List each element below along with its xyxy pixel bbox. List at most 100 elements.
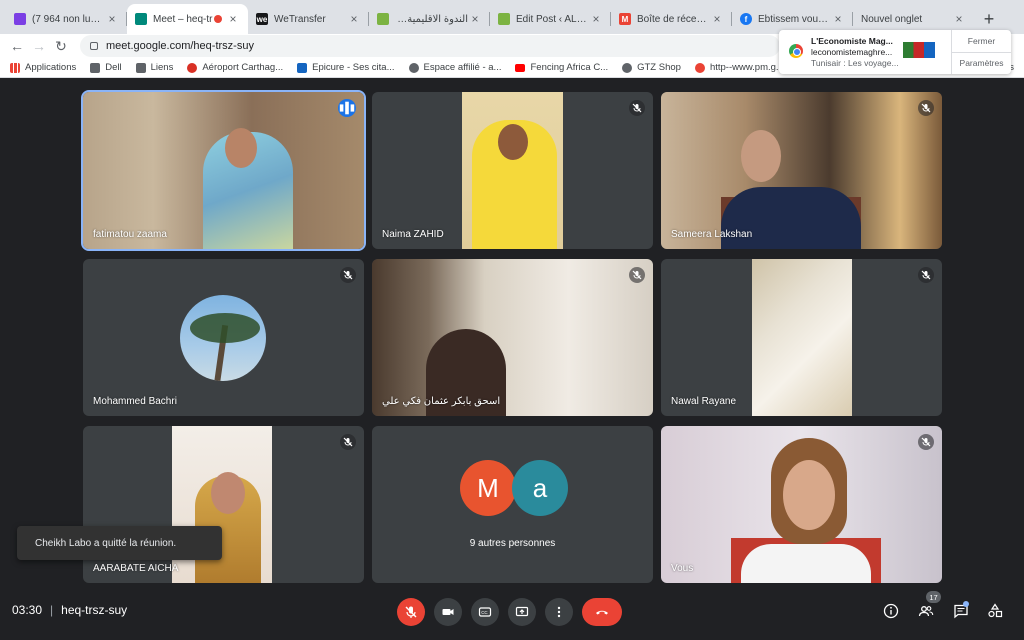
gmail-icon: M <box>619 13 631 25</box>
camera-icon <box>442 609 454 615</box>
divider: | <box>50 603 54 617</box>
participant-tile[interactable]: Naima ZAHID <box>372 92 653 249</box>
notification-text: L'Economiste Mag... leconomistemaghre...… <box>811 36 899 68</box>
tab-title: Ebtissem vous a e <box>758 13 831 25</box>
close-tab-icon[interactable]: × <box>226 12 240 26</box>
back-icon[interactable]: ← <box>6 35 28 57</box>
bookmark-applications[interactable]: Applications <box>10 62 76 73</box>
camera-toggle-button[interactable] <box>434 598 462 626</box>
participant-name: fatimatou zaama <box>93 229 167 240</box>
bookmark-dell[interactable]: Dell <box>90 62 122 73</box>
leaf-icon <box>377 13 389 25</box>
mic-off-icon <box>918 267 934 283</box>
mic-off-icon <box>629 267 645 283</box>
folder-icon <box>90 62 101 73</box>
chrome-notification[interactable]: L'Economiste Mag... leconomistemaghre...… <box>779 30 1011 74</box>
participants-button[interactable] <box>915 600 937 622</box>
close-tab-icon[interactable]: × <box>831 12 845 26</box>
meet-icon <box>135 13 147 25</box>
captions-button[interactable]: CC <box>471 598 499 626</box>
others-tile[interactable]: M a 9 autres personnes <box>372 426 653 583</box>
chrome-icon <box>789 44 803 58</box>
apps-grid-icon <box>10 62 20 73</box>
info-icon <box>883 603 899 619</box>
others-count-label: 9 autres personnes <box>469 538 556 549</box>
bookmark-fencing-africa[interactable]: Fencing Africa C... <box>515 62 608 73</box>
bookmark-gtz-shop[interactable]: GTZ Shop <box>622 62 681 73</box>
others-avatars: M a <box>460 460 570 516</box>
tab-title: Meet – heq-tr <box>153 13 213 25</box>
participant-name: Vous <box>671 563 694 574</box>
unread-dot <box>963 601 969 607</box>
close-tab-icon[interactable]: × <box>105 12 119 26</box>
present-screen-button[interactable] <box>508 598 536 626</box>
microphone-toggle-button[interactable] <box>397 598 425 626</box>
tab-wetransfer[interactable]: we WeTransfer × <box>248 4 369 34</box>
participant-tile[interactable]: Nawal Rayane <box>661 259 942 416</box>
mic-off-icon <box>340 267 356 283</box>
tab-strip: (7 964 non lus) - s × Meet – heq-tr × we… <box>0 0 1024 34</box>
tab-meet[interactable]: Meet – heq-tr × <box>127 4 248 34</box>
mic-off-icon <box>340 434 356 450</box>
meeting-details-button[interactable] <box>880 600 902 622</box>
bookmark-liens[interactable]: Liens <box>135 62 173 73</box>
reload-icon[interactable]: ↻ <box>50 35 72 57</box>
notification-close-button[interactable]: Fermer <box>952 30 1011 53</box>
bookmark-pm[interactable]: http--www.pm.g... <box>694 62 784 73</box>
forward-icon[interactable]: → <box>28 35 50 57</box>
meeting-time: 03:30 <box>12 603 43 617</box>
x-circle-icon <box>187 62 198 73</box>
participant-count-badge: 17 <box>926 591 941 603</box>
bookmark-epicure[interactable]: Epicure - Ses cita... <box>297 62 395 73</box>
participant-name: Mohammed Bachri <box>93 396 177 407</box>
address-bar[interactable]: meet.google.com/heq-trsz-suy <box>80 35 780 57</box>
self-tile[interactable]: Vous <box>661 426 942 583</box>
participant-video <box>372 259 653 416</box>
close-tab-icon[interactable]: × <box>710 12 724 26</box>
record-icon <box>694 62 705 73</box>
bookmark-espace-affilie[interactable]: Espace affilié - a... <box>408 62 501 73</box>
tab-title: (7 964 non lus) - s <box>32 13 105 25</box>
mail-icon <box>14 13 26 25</box>
mic-off-icon <box>629 100 645 116</box>
tab-symposium[interactable]: الندوة الاقليمية الثانية حول × <box>369 4 490 34</box>
youtube-icon <box>515 63 526 72</box>
close-tab-icon[interactable]: × <box>468 12 482 26</box>
participant-tile[interactable]: fatimatou zaama <box>81 90 366 251</box>
folder-icon <box>135 62 146 73</box>
captions-icon: CC <box>478 607 492 617</box>
activities-button[interactable] <box>984 600 1006 622</box>
globe-icon <box>408 62 419 73</box>
notification-settings-button[interactable]: Paramètres <box>952 53 1011 75</box>
tab-edit-post[interactable]: Edit Post ‹ ALBIA × <box>490 4 611 34</box>
facebook-icon: f <box>740 13 752 25</box>
leave-call-button[interactable] <box>582 598 622 626</box>
more-options-button[interactable] <box>545 598 573 626</box>
tab-gmail[interactable]: M Boîte de réception × <box>611 4 732 34</box>
close-tab-icon[interactable]: × <box>347 12 361 26</box>
url-text: meet.google.com/heq-trsz-suy <box>106 40 254 52</box>
participant-name: Nawal Rayane <box>671 396 737 407</box>
tab-title: Boîte de réception <box>637 13 710 25</box>
tab-title: WeTransfer <box>274 13 326 25</box>
close-tab-icon[interactable]: × <box>589 12 603 26</box>
shapes-icon <box>988 603 1003 618</box>
svg-text:CC: CC <box>481 610 488 615</box>
participant-tile[interactable]: اسحق بابكر عثمان فكي علي <box>372 259 653 416</box>
palm-icon <box>190 313 260 343</box>
meeting-code: heq-trsz-suy <box>61 603 128 617</box>
wetransfer-icon: we <box>256 13 268 25</box>
epicure-icon <box>297 62 308 73</box>
leaf-icon <box>498 13 510 25</box>
tab-mail[interactable]: (7 964 non lus) - s × <box>6 4 127 34</box>
mic-off-icon <box>918 100 934 116</box>
lock-icon <box>90 42 98 50</box>
participant-tile[interactable]: Sameera Lakshan <box>661 92 942 249</box>
profile-photo <box>180 295 266 381</box>
close-tab-icon[interactable]: × <box>952 12 966 26</box>
recording-icon <box>214 15 222 23</box>
mic-off-icon <box>405 606 417 618</box>
people-icon <box>918 606 934 617</box>
participant-tile[interactable]: Mohammed Bachri <box>83 259 364 416</box>
bookmark-aeroport[interactable]: Aéroport Carthag... <box>187 62 283 73</box>
